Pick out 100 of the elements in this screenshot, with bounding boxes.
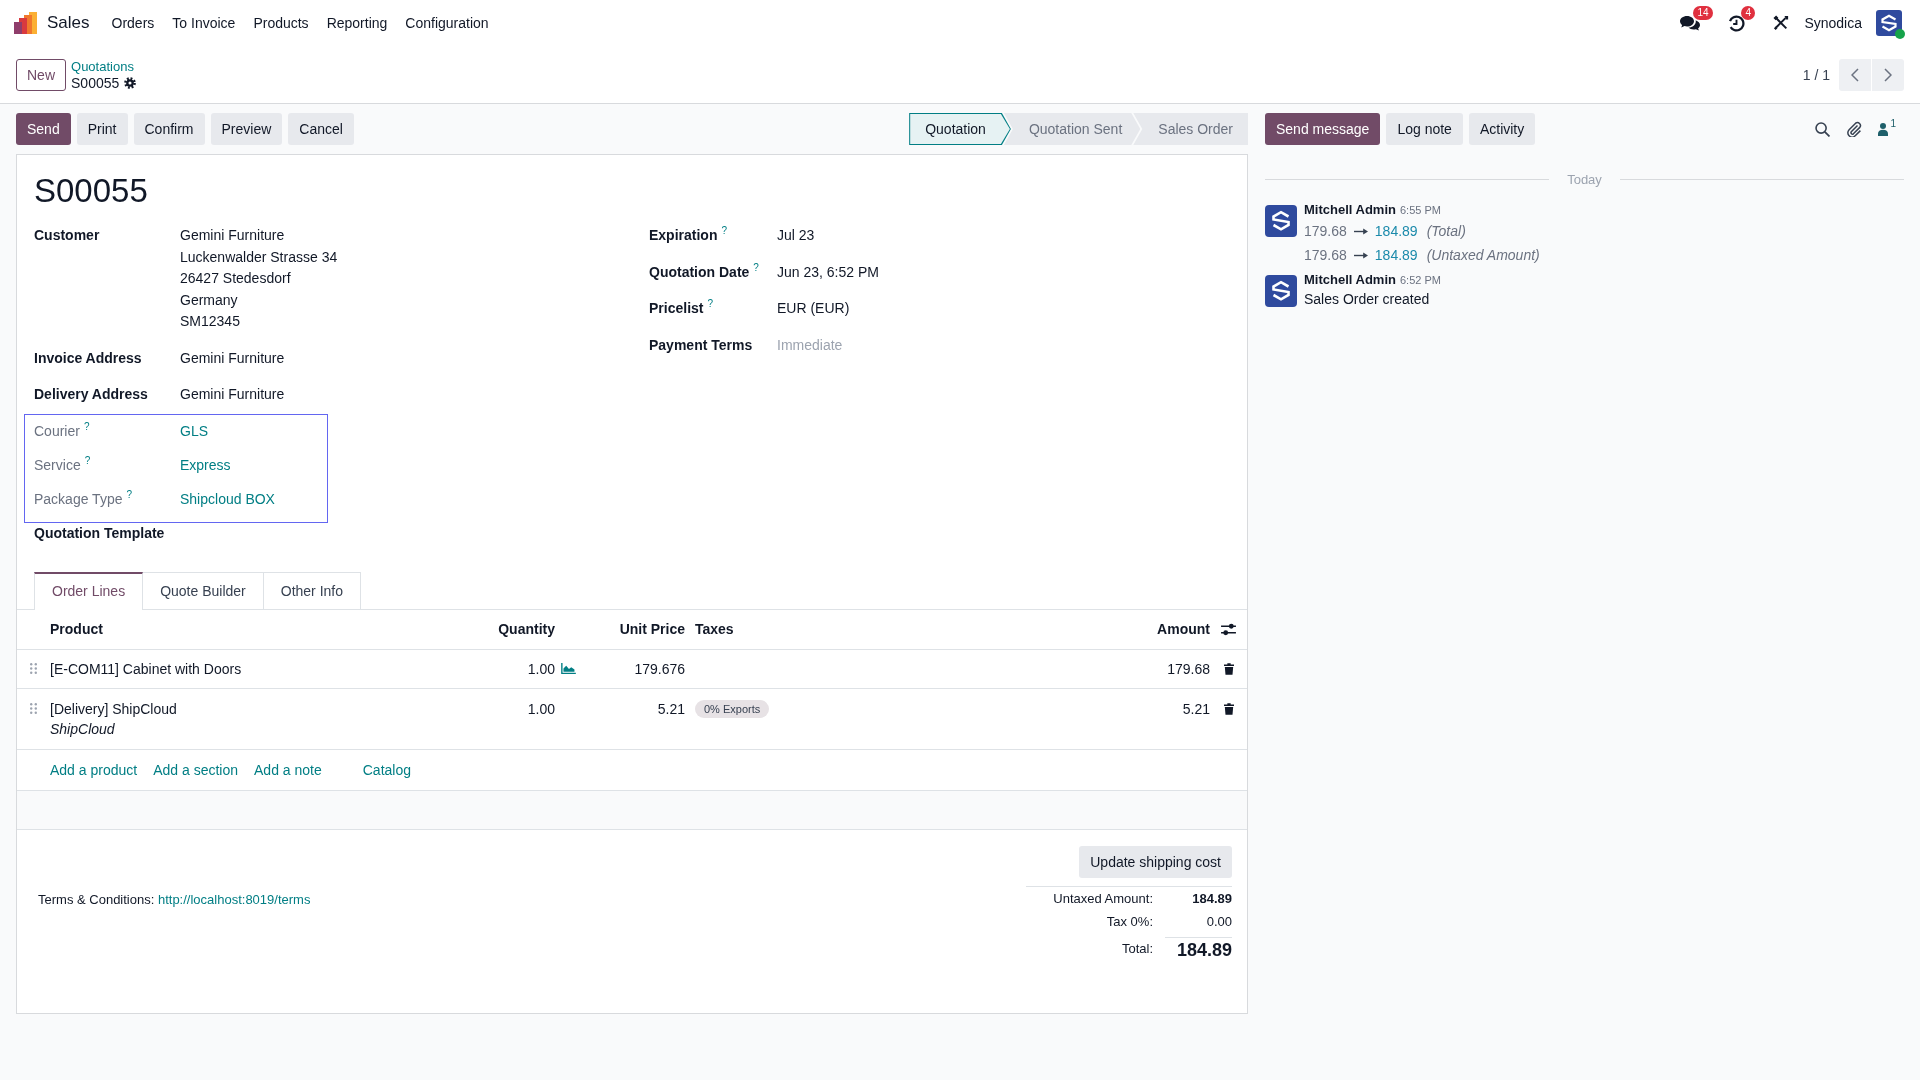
area-chart-icon[interactable] [561,663,576,674]
new-value: 184.89 [1374,222,1418,241]
avatar-icon[interactable] [1265,205,1297,237]
add-line-link[interactable]: Add a product [50,761,138,778]
message-time: 6:55 PM [1399,203,1441,218]
menu-item[interactable]: Reporting [326,15,388,31]
help-mark[interactable]: ? [84,455,91,466]
action-button[interactable]: Cancel [288,113,354,145]
field-label: Quotation Date [649,262,750,282]
action-button[interactable]: Confirm [133,113,205,145]
clock-icon[interactable] [1728,14,1746,32]
chatter-button[interactable]: Activity [1468,113,1536,145]
author-name[interactable]: Mitchell Admin [1304,271,1396,289]
quantity-value: 1.00 [527,660,555,677]
changed-field: (Total) [1426,219,1466,243]
arrow-icon [1353,227,1368,235]
product-name: [Delivery] ShipCloud [50,699,177,719]
field-label: Payment Terms [649,335,753,355]
field-link[interactable]: Shipcloud BOX [180,488,275,510]
arrow-icon [1353,251,1368,259]
changed-field: (Untaxed Amount) [1426,243,1540,267]
menu-item[interactable]: Products [253,15,309,31]
input-field[interactable]: Immediate [777,334,849,356]
record-title: S00055 [34,171,149,211]
add-line-link[interactable]: Add a section [153,761,238,778]
author-name[interactable]: Mitchell Admin [1304,201,1396,219]
field-link[interactable]: GLS [180,420,208,442]
field-value: Gemini Furniture [180,385,285,404]
company-name[interactable]: Synodica [1804,15,1862,31]
chatter-button[interactable]: Send message [1265,113,1381,145]
terms-text: Terms & Conditions: http://localhost:8019/terms [38,890,311,909]
field-link[interactable]: Express [180,454,231,476]
tab[interactable]: Order Lines [34,571,144,610]
add-line-link[interactable]: Add a note [254,761,322,778]
status-step[interactable]: Quotation [909,113,1011,145]
app-name[interactable]: Sales [47,13,90,33]
chatter-button[interactable]: Log note [1386,113,1463,145]
help-mark[interactable]: ? [721,226,728,236]
message-time: 6:52 PM [1399,273,1441,288]
column-header[interactable]: Product [50,621,103,637]
terms-link[interactable]: http://localhost:8019/terms [157,891,311,907]
tab[interactable]: Other Info [262,571,362,609]
field-label: Pricelist [649,299,704,318]
column-header[interactable]: Taxes [695,621,734,637]
amount-value: 5.21 [1182,700,1210,717]
field-value: EUR (EUR) [777,299,850,318]
action-button[interactable]: Send [16,113,71,145]
column-header[interactable]: Unit Price [619,621,685,637]
unit-price-value: 5.21 [657,700,685,717]
add-line-link[interactable]: Catalog [362,761,411,778]
gear-icon[interactable] [124,76,137,89]
column-header[interactable]: Quantity [498,621,555,637]
field-value: Jul 23 [777,226,815,245]
avatar-icon[interactable] [1876,10,1902,36]
help-mark[interactable]: ? [707,299,714,309]
menu-item[interactable]: To Invoice [172,15,236,31]
new-button[interactable]: New [16,58,66,91]
action-button[interactable]: Print [76,113,128,145]
help-mark[interactable]: ? [126,489,133,500]
follower-count[interactable]: 1 [1890,118,1896,129]
pager-value[interactable]: 1 / 1 [1802,66,1830,83]
count-badge: 4 [1741,5,1755,20]
breadcrumb-link[interactable]: Quotations [71,58,137,75]
total-label: Tax 0%: [1106,913,1153,929]
trash-icon[interactable] [1223,702,1234,715]
date-separator: Today [1567,171,1602,187]
trash-icon[interactable] [1223,662,1234,675]
amount-value: 179.68 [1167,660,1210,677]
field-label: Invoice Address [34,348,142,368]
search-icon[interactable] [1815,121,1831,137]
record-name: S00055 [71,74,120,91]
tools-icon[interactable] [1773,15,1790,31]
column-header[interactable]: Amount [1157,621,1210,637]
status-step[interactable]: Sales Order [1133,113,1248,145]
status-step[interactable]: Quotation Sent [1003,113,1141,145]
help-mark[interactable]: ? [753,262,759,273]
field-label: Delivery Address [34,385,148,404]
drag-handle-icon[interactable] [30,703,37,714]
help-mark[interactable]: ? [83,421,90,432]
chevron-right-icon [1884,67,1892,82]
menu-item[interactable]: Orders [111,15,155,31]
menu-item[interactable]: Configuration [405,15,489,31]
total-label: Total: [1121,940,1153,956]
update-shipping-button[interactable]: Update shipping cost [1079,845,1232,878]
field-label: Package Type [34,489,123,509]
person-icon[interactable] [1878,122,1889,136]
field-label: Service [34,455,81,475]
chat-icon[interactable] [1680,15,1701,31]
field-label: Quotation Template [34,523,165,543]
tax-tag: 0% Exports [695,699,770,718]
unit-price-value: 179.676 [634,660,685,677]
total-label: Untaxed Amount: [1053,890,1153,906]
app-logo-icon[interactable] [14,12,38,34]
field-value: Gemini Furniture Luckenwalder Strasse 34 26427 Stedesdorf Germany SM12345 [180,226,338,331]
drag-handle-icon[interactable] [30,663,37,674]
action-button[interactable]: Preview [210,113,283,145]
avatar-icon[interactable] [1265,275,1297,307]
sliders-icon[interactable] [1221,622,1236,636]
paperclip-icon[interactable] [1846,121,1863,137]
total-value: 184.89 [1176,939,1232,960]
